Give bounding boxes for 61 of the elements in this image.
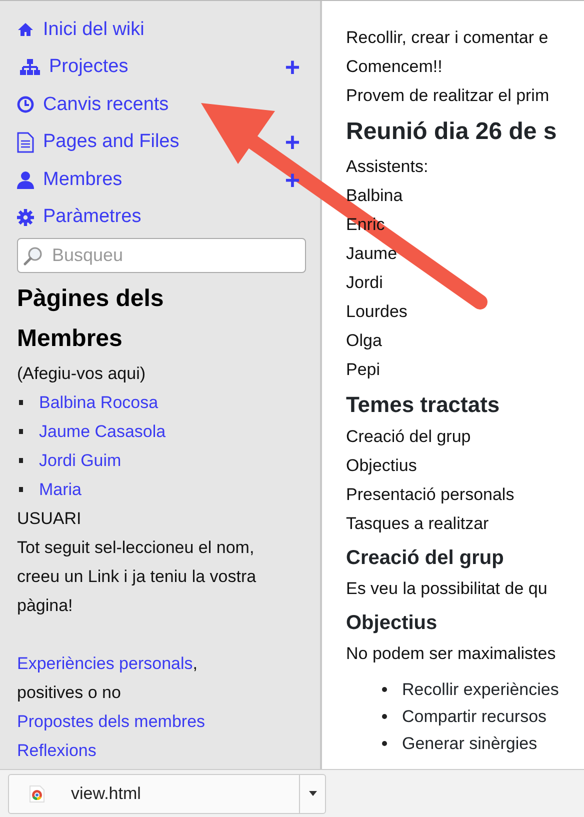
text-line: Es veu la possibilitat de qu	[346, 578, 548, 600]
nav-link[interactable]: Paràmetres	[17, 203, 142, 232]
subsection-heading: Creació del grup	[346, 546, 505, 571]
document-icon	[17, 132, 34, 153]
member-link[interactable]: Balbina Rocosa	[39, 388, 158, 417]
nav-link[interactable]: Projectes	[20, 53, 128, 82]
text-line: Recollir, crear i comentar e	[346, 27, 550, 49]
text-line: Jaume	[346, 243, 398, 265]
link-paragraph: Experiències personals, positives o no	[17, 653, 198, 704]
section-heading: Pàgines dels Membres	[17, 284, 165, 354]
file-name: view.html	[71, 782, 141, 805]
note-text: (Afegiu-vos aqui)	[17, 363, 147, 385]
download-item[interactable]: view.html	[8, 774, 326, 814]
nav-link[interactable]: Canvis recents	[17, 90, 169, 119]
page-link[interactable]: Reflexions	[17, 741, 96, 760]
bullet-icon	[382, 741, 387, 746]
text-line: Objectius	[346, 455, 418, 477]
member-link[interactable]: Maria	[39, 475, 82, 504]
bullet-icon	[19, 487, 23, 492]
text-line: Lourdes	[346, 301, 408, 323]
text-line: Pepi	[346, 359, 382, 381]
bullet-icon	[19, 458, 23, 463]
nav-link[interactable]: Inici del wiki	[17, 16, 144, 44]
list-item: Recollir experiències	[402, 679, 559, 701]
add-button[interactable]: +	[284, 129, 300, 156]
clock-icon	[17, 96, 34, 114]
user-label: USUARI	[17, 508, 82, 530]
list-item: Compartir recursos	[402, 706, 547, 728]
caret-icon	[308, 791, 316, 796]
text-line: Jordi	[346, 272, 384, 294]
text-line: No podem ser maximalistes	[346, 643, 557, 665]
nav-link[interactable]: Membres	[17, 166, 122, 194]
text-line: Provem de realitzar el prim	[346, 85, 550, 107]
subsection-heading: Objectius	[346, 611, 438, 636]
bullet-icon	[382, 687, 387, 692]
file-icon	[29, 784, 45, 802]
text-line: Assistents:	[346, 156, 430, 178]
text-line: Comencem!!	[346, 56, 444, 78]
sitemap-icon	[20, 59, 40, 76]
instructions-text: Tot seguit sel-leccioneu el nom, creeu un Link i ja teniu la vostra pàgina!	[17, 537, 258, 617]
list-item: Generar sinèrgies	[402, 733, 538, 755]
member-link[interactable]: Jaume Casasola	[39, 417, 166, 446]
section-heading: Reunió dia 26 de s	[346, 117, 558, 147]
text-line: Presentació personals	[346, 484, 516, 506]
text-line: Balbina	[346, 185, 404, 207]
bullet-icon	[382, 714, 387, 719]
text-line: Olga	[346, 330, 383, 352]
section-heading: Temes tractats	[346, 391, 501, 419]
settings-icon	[17, 208, 34, 226]
text-line: Creació del grup	[346, 426, 472, 448]
nav-link[interactable]: Pages and Files	[17, 128, 180, 156]
member-link[interactable]: Jordi Guim	[39, 446, 122, 475]
page-link[interactable]: Propostes dels membres	[17, 712, 206, 731]
text-line: Tasques a realitzar	[346, 513, 490, 535]
search-field[interactable]: Busqueu	[17, 238, 306, 273]
home-icon	[17, 22, 34, 38]
add-button[interactable]: +	[284, 54, 300, 80]
user-icon	[17, 170, 34, 189]
bullet-icon	[19, 429, 23, 434]
page-link[interactable]: Experiències personals	[17, 654, 193, 673]
bullet-icon	[19, 400, 23, 405]
